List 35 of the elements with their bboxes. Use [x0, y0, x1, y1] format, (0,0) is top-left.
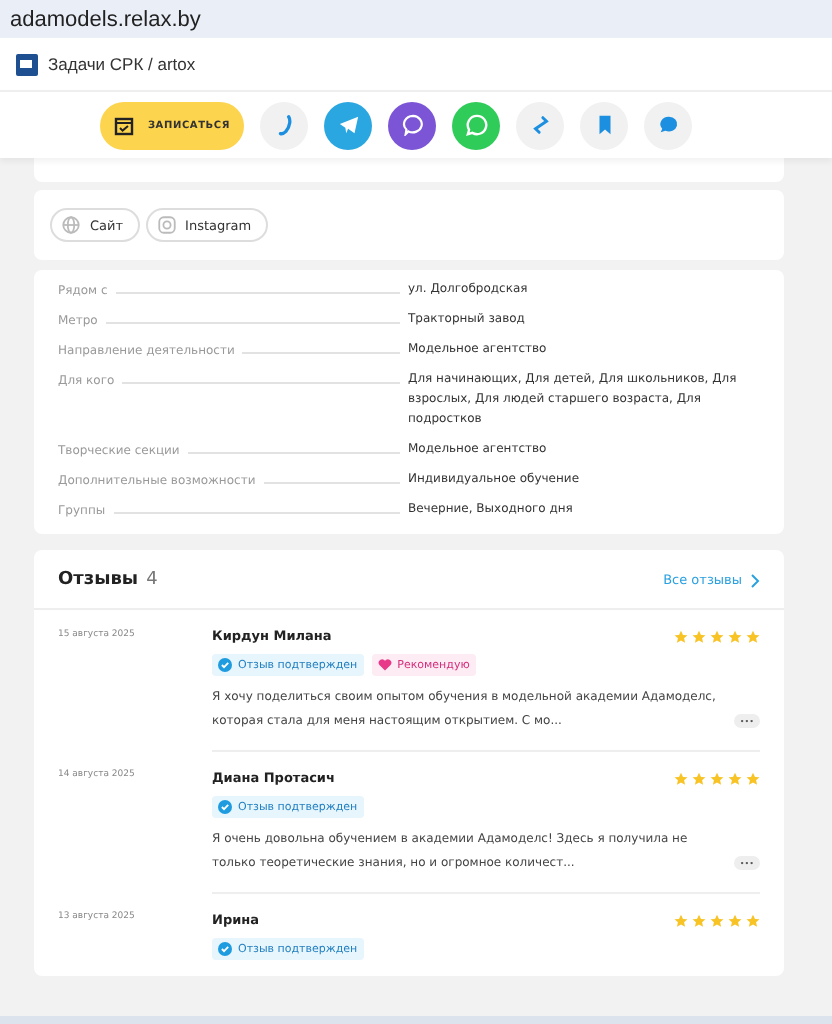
check-icon [218, 658, 232, 672]
star-icon [746, 913, 760, 927]
star-icon [674, 771, 688, 785]
star-icon [746, 771, 760, 785]
calendar-icon [113, 115, 134, 135]
star-icon [674, 913, 688, 927]
reviews-title: Отзывы [58, 570, 139, 590]
star-icon [746, 629, 760, 643]
chevron-right-icon [750, 573, 760, 587]
heart-icon [377, 658, 392, 672]
star-icon [692, 629, 706, 643]
star-icon [692, 771, 706, 785]
address-bar-url[interactable]: adamodels.relax.by [10, 7, 201, 31]
star-icon [710, 913, 724, 927]
star-icon [728, 629, 742, 643]
bookmark-button[interactable] [580, 101, 628, 149]
check-icon [218, 942, 232, 956]
globe-icon [62, 216, 80, 234]
paper-plane-icon [337, 114, 359, 136]
reviews-count: 4 [146, 570, 158, 590]
phone-button[interactable] [260, 101, 308, 149]
star-icon [674, 629, 688, 643]
chat-icon [657, 114, 679, 136]
tab-title[interactable]: Задачи СРК / artox [48, 54, 196, 74]
star-icon [710, 771, 724, 785]
check-icon [218, 800, 232, 814]
star-icon [728, 771, 742, 785]
link-button[interactable] [516, 101, 564, 149]
telegram-button[interactable] [324, 101, 372, 149]
app-logo-icon [16, 53, 38, 75]
star-icon [710, 629, 724, 643]
star-icon [692, 913, 706, 927]
instagram-icon [157, 216, 176, 234]
star-icon [728, 913, 742, 927]
chat-button[interactable] [644, 101, 692, 149]
